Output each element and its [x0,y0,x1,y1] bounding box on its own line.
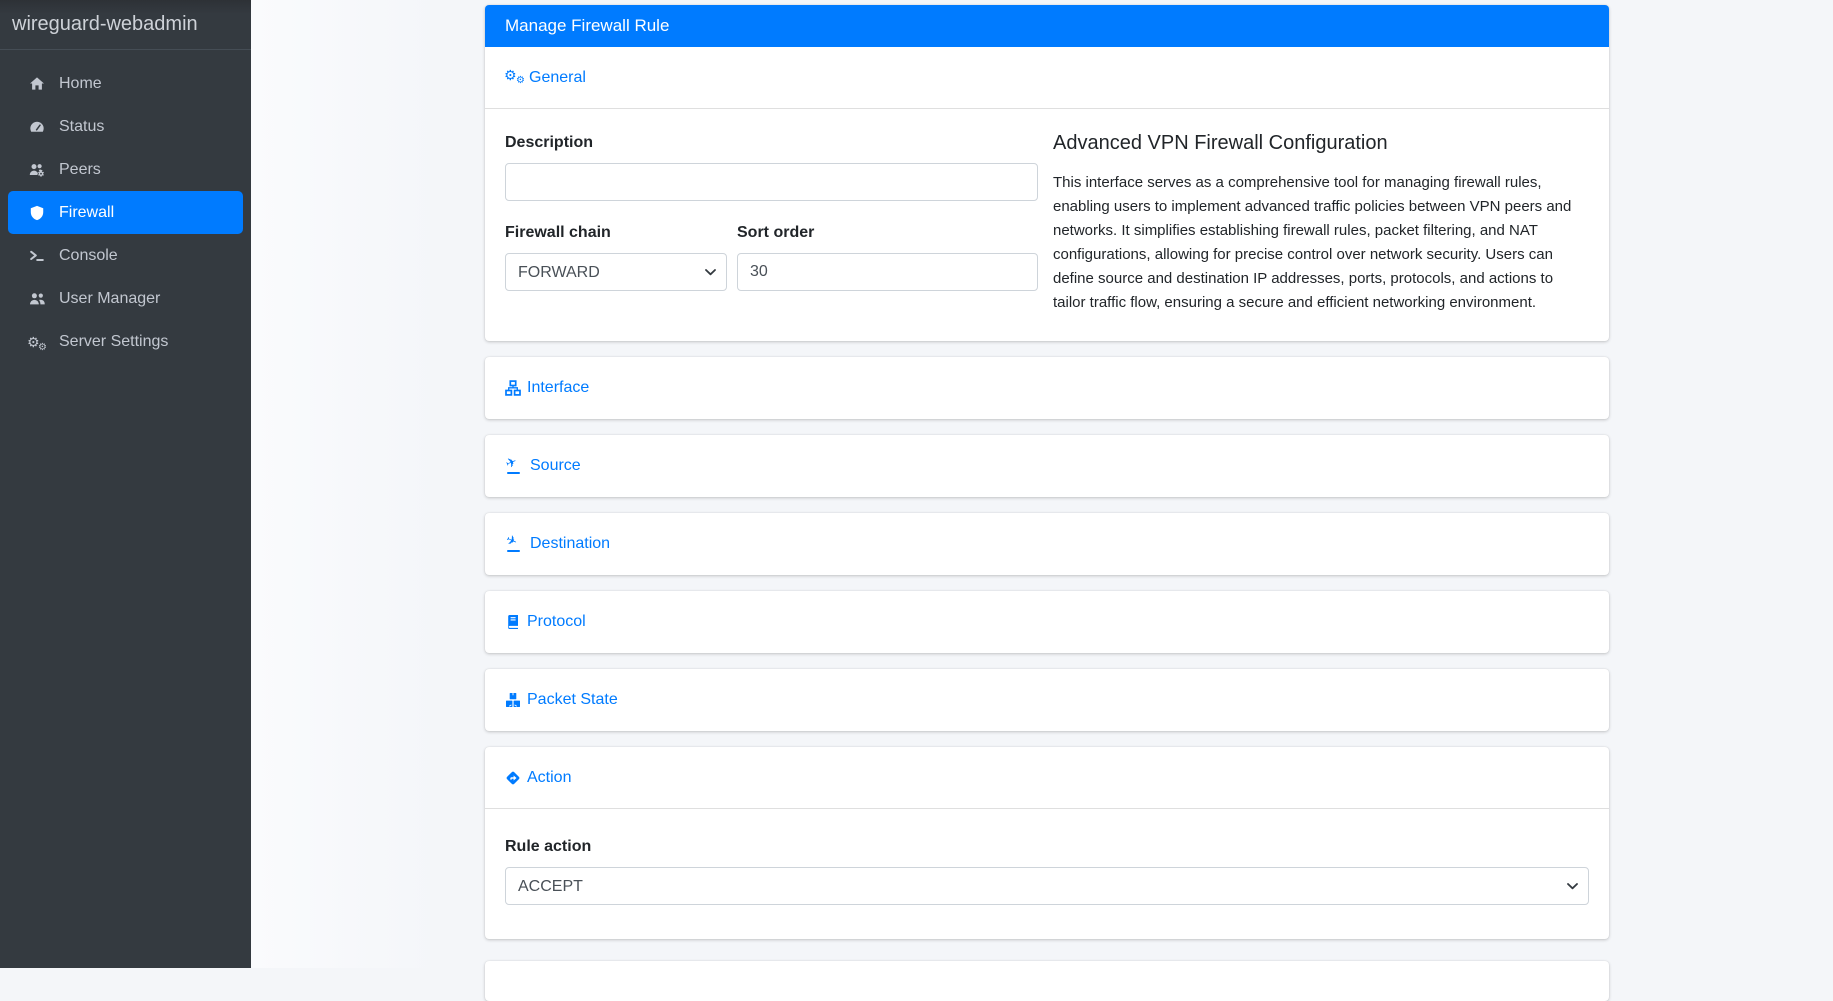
section-label: Protocol [527,613,586,631]
rule-action-select[interactable]: ACCEPT [505,867,1589,905]
sidebar-item-label: User Manager [59,291,160,307]
packet-state-section-card: Packet State [485,669,1609,731]
book-icon [505,614,521,630]
sidebar: wireguard-webadmin Home Status Peers Fi [0,0,251,968]
sidebar-item-label: Home [59,76,102,92]
shield-icon [28,205,45,221]
firewall-chain-label: Firewall chain [505,221,727,245]
action-section-card: Action Rule action ACCEPT [485,747,1609,939]
users-gear-icon [28,162,45,178]
sort-order-label: Sort order [737,221,1038,245]
section-action-link[interactable]: Action [505,769,571,787]
section-action-header: Action [485,747,1609,809]
section-packet-state-link[interactable]: Packet State [505,691,618,709]
manage-firewall-rule-card: Manage Firewall Rule ⚙⚙ General Descript… [485,5,1609,341]
section-interface-link[interactable]: Interface [505,379,589,397]
terminal-icon [28,248,45,264]
sidebar-item-label: Status [59,119,104,135]
sidebar-item-status[interactable]: Status [8,105,243,148]
section-protocol-link[interactable]: Protocol [505,613,586,631]
sidebar-item-label: Firewall [59,205,114,221]
section-source-link[interactable]: ✈ Source [505,457,581,475]
card-header: Manage Firewall Rule [485,5,1609,47]
gears-icon: ⚙⚙ [28,334,45,350]
section-label: Destination [530,535,610,553]
sidebar-item-label: Console [59,248,118,264]
source-section-card: ✈ Source [485,435,1609,497]
sidebar-item-console[interactable]: Console [8,234,243,277]
destination-section-card: ✈ Destination [485,513,1609,575]
firewall-chain-group: Firewall chain FORWARD [505,221,727,291]
sidebar-item-home[interactable]: Home [8,62,243,105]
sidebar-item-firewall[interactable]: Firewall [8,191,243,234]
info-body: This interface serves as a comprehensive… [1053,171,1589,315]
protocol-section-card: Protocol [485,591,1609,653]
sort-order-group: Sort order [737,221,1038,291]
section-label: Interface [527,379,589,397]
gears-icon: ⚙⚙ [505,67,523,88]
sidebar-item-server-settings[interactable]: ⚙⚙ Server Settings [8,320,243,363]
cubes-icon [505,692,521,708]
content-area: Manage Firewall Rule ⚙⚙ General Descript… [251,0,1833,968]
description-group: Description [505,131,1038,201]
sidebar-item-label: Peers [59,162,101,178]
interface-section-card: Interface [485,357,1609,419]
home-icon [28,76,45,92]
page-title: Manage Firewall Rule [505,16,669,36]
sort-order-input[interactable] [737,253,1038,291]
brand-text: wireguard-webadmin [12,13,198,36]
info-title: Advanced VPN Firewall Configuration [1053,131,1589,155]
sidebar-nav: Home Status Peers Firewall Console [0,50,251,363]
plane-arrival-icon: ✈ [505,536,524,552]
action-section-body: Rule action ACCEPT [485,809,1609,939]
plane-departure-icon: ✈ [505,458,524,474]
sitemap-icon [505,380,521,396]
diamond-turn-right-icon [505,770,521,786]
sidebar-item-user-manager[interactable]: User Manager [8,277,243,320]
rule-action-label: Rule action [505,835,1589,859]
section-destination-link[interactable]: ✈ Destination [505,535,610,553]
description-input[interactable] [505,163,1038,201]
description-label: Description [505,131,1038,155]
sidebar-item-label: Server Settings [59,334,168,350]
sidebar-item-peers[interactable]: Peers [8,148,243,191]
firewall-chain-select[interactable]: FORWARD [505,253,727,291]
gauge-icon [28,119,45,135]
section-label: General [529,69,586,87]
section-general-header: ⚙⚙ General [485,47,1609,109]
section-label: Action [527,769,571,787]
general-section-body: Description Firewall chain FORWARD [485,109,1609,341]
section-label: Source [530,457,581,475]
users-icon [28,291,45,307]
next-section-card-sliver [485,961,1609,1001]
section-general-link[interactable]: ⚙⚙ General [505,67,586,88]
brand-link[interactable]: wireguard-webadmin [0,0,251,50]
section-label: Packet State [527,691,618,709]
